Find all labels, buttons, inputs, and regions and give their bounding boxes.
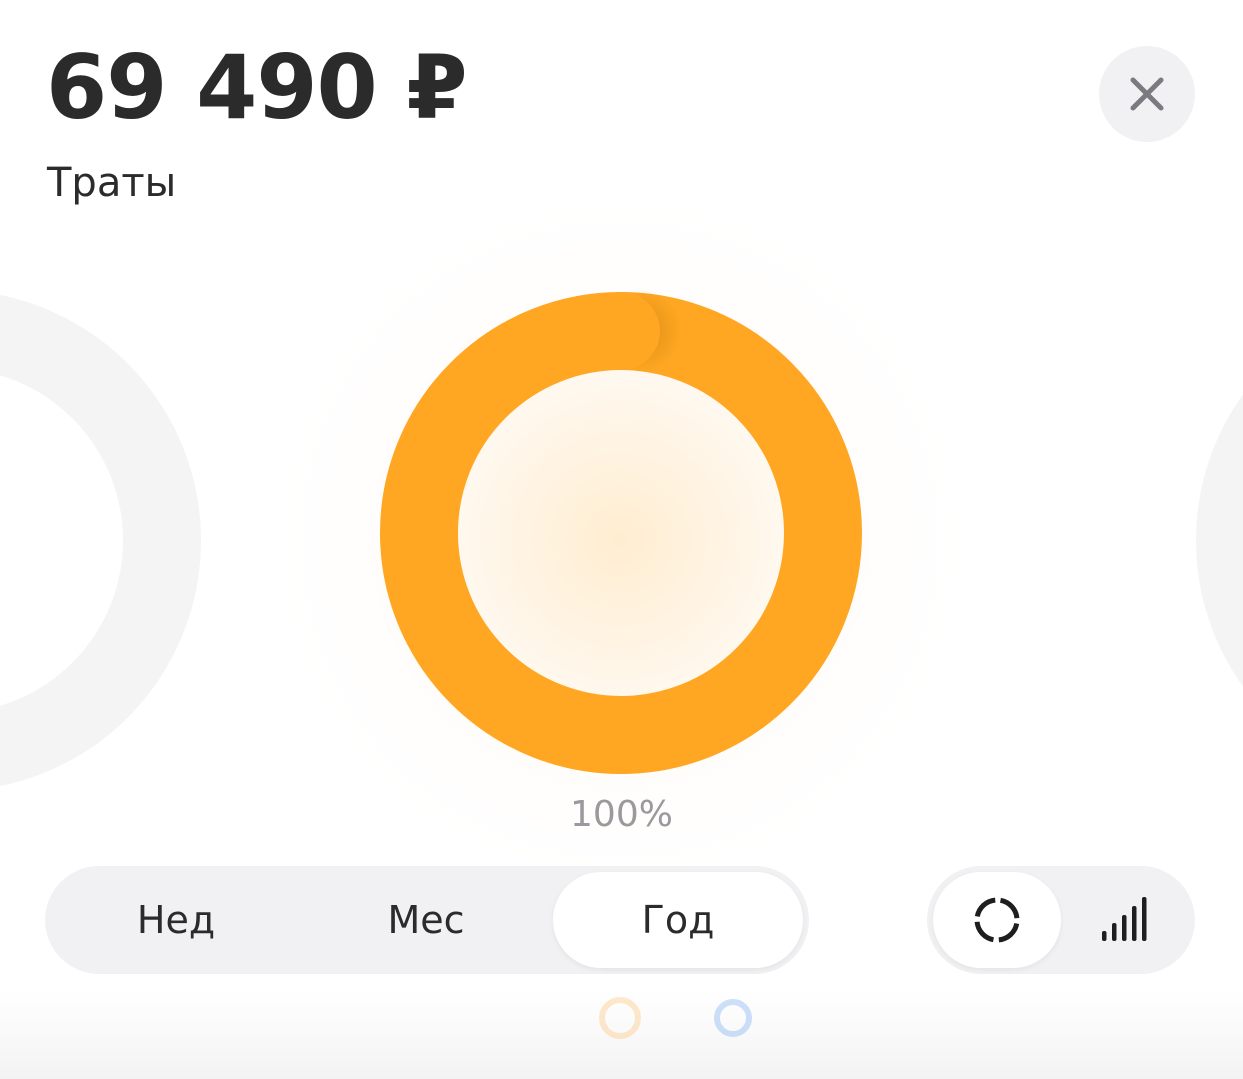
tab-year[interactable]: Год [553,872,803,968]
donut-view-button[interactable] [933,872,1061,968]
period-selector: Нед Мес Год [45,866,809,974]
tab-week[interactable]: Нед [51,872,301,968]
slice-cap [582,292,660,370]
bar-chart-icon [1102,897,1147,941]
donut-chart-icon [974,897,1020,943]
bar-view-button[interactable] [1061,872,1189,968]
donut-slice[interactable] [380,292,862,774]
chart-view-toggle [927,866,1195,974]
slice-data-label: 100% [570,794,673,835]
spending-screen: 69 490 ₽ Траты 100% Нед Мес Год [0,0,1243,1079]
tab-month[interactable]: Мес [301,872,551,968]
ghost-donut-preview [599,997,641,1039]
ghost-donut-preview-2 [714,999,752,1037]
